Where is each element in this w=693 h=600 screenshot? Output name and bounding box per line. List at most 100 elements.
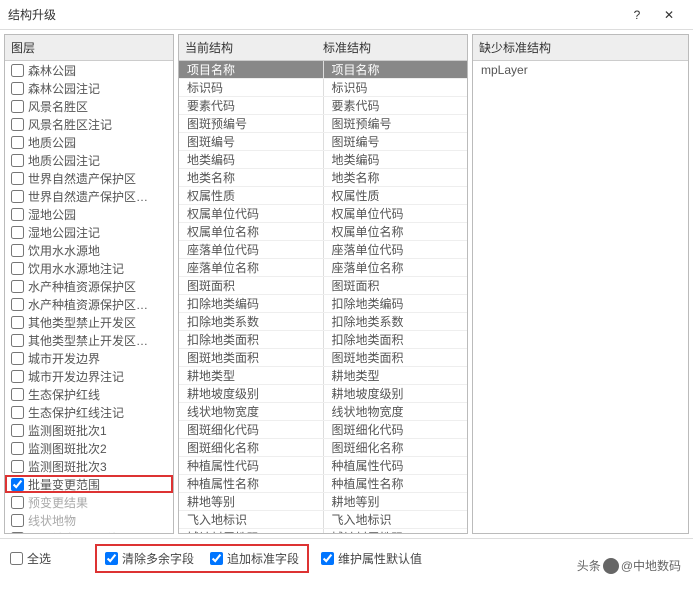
structure-row[interactable]: 图斑细化代码图斑细化代码: [179, 421, 467, 439]
maintain-defaults-checkbox[interactable]: 维护属性默认值: [321, 550, 422, 567]
structure-row[interactable]: 图斑细化名称图斑细化名称: [179, 439, 467, 457]
structure-row[interactable]: 地类编码地类编码: [179, 151, 467, 169]
layer-checkbox[interactable]: [11, 460, 24, 473]
layer-checkbox[interactable]: [11, 370, 24, 383]
layer-item[interactable]: 生态保护红线注记: [5, 403, 173, 421]
layer-checkbox[interactable]: [11, 406, 24, 419]
layer-item[interactable]: 饮用水水源地注记: [5, 259, 173, 277]
clear-fields-input[interactable]: [105, 552, 118, 565]
layer-item[interactable]: 地质公园注记: [5, 151, 173, 169]
select-all-checkbox[interactable]: 全选: [10, 550, 51, 567]
structure-row[interactable]: 座落单位代码座落单位代码: [179, 241, 467, 259]
structure-row[interactable]: 扣除地类面积扣除地类面积: [179, 331, 467, 349]
structure-row[interactable]: 权属单位名称权属单位名称: [179, 223, 467, 241]
layer-item[interactable]: 监测图斑批次1: [5, 421, 173, 439]
close-button[interactable]: ✕: [653, 8, 685, 22]
maintain-defaults-input[interactable]: [321, 552, 334, 565]
layer-checkbox[interactable]: [11, 64, 24, 77]
structure-row[interactable]: 座落单位名称座落单位名称: [179, 259, 467, 277]
structure-list[interactable]: 项目名称项目名称标识码标识码要素代码要素代码图斑预编号图斑预编号图斑编号图斑编号…: [179, 61, 467, 533]
add-fields-input[interactable]: [210, 552, 223, 565]
layer-item[interactable]: 森林公园注记: [5, 79, 173, 97]
layer-checkbox[interactable]: [11, 442, 24, 455]
layer-checkbox[interactable]: [11, 388, 24, 401]
layer-checkbox[interactable]: [11, 352, 24, 365]
layer-checkbox[interactable]: [11, 208, 24, 221]
layer-item[interactable]: 风景名胜区注记: [5, 115, 173, 133]
layer-item[interactable]: 线状地物: [5, 511, 173, 529]
structure-row[interactable]: 图斑编号图斑编号: [179, 133, 467, 151]
layer-label: 其他类型禁止开发区: [28, 314, 136, 331]
layer-checkbox[interactable]: [11, 100, 24, 113]
current-field: 标识码: [179, 79, 324, 96]
help-button[interactable]: ?: [621, 8, 653, 22]
layer-checkbox[interactable]: [11, 334, 24, 347]
structure-row[interactable]: 飞入地标识飞入地标识: [179, 511, 467, 529]
missing-item[interactable]: mpLayer: [473, 61, 688, 79]
layer-checkbox[interactable]: [11, 298, 24, 311]
layer-item[interactable]: 饮用水水源地: [5, 241, 173, 259]
layer-label: 水产种植资源保护区: [28, 278, 136, 295]
clear-fields-checkbox[interactable]: 清除多余字段: [105, 550, 194, 567]
layer-checkbox[interactable]: [11, 172, 24, 185]
structure-row[interactable]: 要素代码要素代码: [179, 97, 467, 115]
select-all-input[interactable]: [10, 552, 23, 565]
layer-item[interactable]: 监测图斑批次2: [5, 439, 173, 457]
layer-item[interactable]: 水产种植资源保护区: [5, 277, 173, 295]
layer-item[interactable]: 城市开发边界注记: [5, 367, 173, 385]
structure-row[interactable]: 城镇村属性码城镇村属性码: [179, 529, 467, 533]
layer-item[interactable]: 地质公园: [5, 133, 173, 151]
layer-checkbox[interactable]: [11, 532, 24, 534]
structure-row[interactable]: 扣除地类系数扣除地类系数: [179, 313, 467, 331]
layer-checkbox[interactable]: [11, 478, 24, 491]
layer-checkbox[interactable]: [11, 190, 24, 203]
structure-row[interactable]: 图斑预编号图斑预编号: [179, 115, 467, 133]
structure-row[interactable]: 耕地类型耕地类型: [179, 367, 467, 385]
structure-row[interactable]: 线状地物宽度线状地物宽度: [179, 403, 467, 421]
layer-item[interactable]: 森林公园: [5, 61, 173, 79]
structure-row[interactable]: 图斑面积图斑面积: [179, 277, 467, 295]
layer-item[interactable]: 风景名胜区: [5, 97, 173, 115]
layer-checkbox[interactable]: [11, 154, 24, 167]
layer-item[interactable]: 监测图斑批次3: [5, 457, 173, 475]
structure-row[interactable]: 种植属性名称种植属性名称: [179, 475, 467, 493]
layer-checkbox[interactable]: [11, 82, 24, 95]
standard-field: 项目名称: [324, 61, 468, 78]
structure-row[interactable]: 种植属性代码种植属性代码: [179, 457, 467, 475]
layer-item[interactable]: 批量变更范围: [5, 475, 173, 493]
structure-row[interactable]: 地类名称地类名称: [179, 169, 467, 187]
layer-item[interactable]: 水产种植资源保护区…: [5, 295, 173, 313]
layer-checkbox[interactable]: [11, 118, 24, 131]
add-fields-checkbox[interactable]: 追加标准字段: [210, 550, 299, 567]
layer-item[interactable]: 世界自然遗产保护区: [5, 169, 173, 187]
layer-checkbox[interactable]: [11, 244, 24, 257]
structure-row[interactable]: 耕地坡度级别耕地坡度级别: [179, 385, 467, 403]
layer-item[interactable]: 湿地公园: [5, 205, 173, 223]
structure-row[interactable]: 标识码标识码: [179, 79, 467, 97]
structure-row[interactable]: 扣除地类编码扣除地类编码: [179, 295, 467, 313]
layer-checkbox[interactable]: [11, 262, 24, 275]
structure-row[interactable]: 耕地等别耕地等别: [179, 493, 467, 511]
layer-checkbox[interactable]: [11, 496, 24, 509]
layer-item[interactable]: 预变更结果: [5, 493, 173, 511]
structure-row[interactable]: 权属性质权属性质: [179, 187, 467, 205]
layer-checkbox[interactable]: [11, 226, 24, 239]
layer-item[interactable]: 湿地公园注记: [5, 223, 173, 241]
layer-item[interactable]: 分乡镇变更_界线: [5, 529, 173, 533]
missing-list[interactable]: mpLayer: [473, 61, 688, 533]
layers-list[interactable]: 森林公园森林公园注记风景名胜区风景名胜区注记地质公园地质公园注记世界自然遗产保护…: [5, 61, 173, 533]
standard-field: 要素代码: [324, 97, 468, 114]
layer-checkbox[interactable]: [11, 424, 24, 437]
layer-checkbox[interactable]: [11, 136, 24, 149]
layer-item[interactable]: 其他类型禁止开发区…: [5, 331, 173, 349]
structure-row[interactable]: 图斑地类面积图斑地类面积: [179, 349, 467, 367]
layer-item[interactable]: 世界自然遗产保护区…: [5, 187, 173, 205]
layer-item[interactable]: 生态保护红线: [5, 385, 173, 403]
structure-row[interactable]: 项目名称项目名称: [179, 61, 467, 79]
layer-item[interactable]: 城市开发边界: [5, 349, 173, 367]
structure-row[interactable]: 权属单位代码权属单位代码: [179, 205, 467, 223]
layer-item[interactable]: 其他类型禁止开发区: [5, 313, 173, 331]
layer-checkbox[interactable]: [11, 280, 24, 293]
layer-checkbox[interactable]: [11, 514, 24, 527]
layer-checkbox[interactable]: [11, 316, 24, 329]
